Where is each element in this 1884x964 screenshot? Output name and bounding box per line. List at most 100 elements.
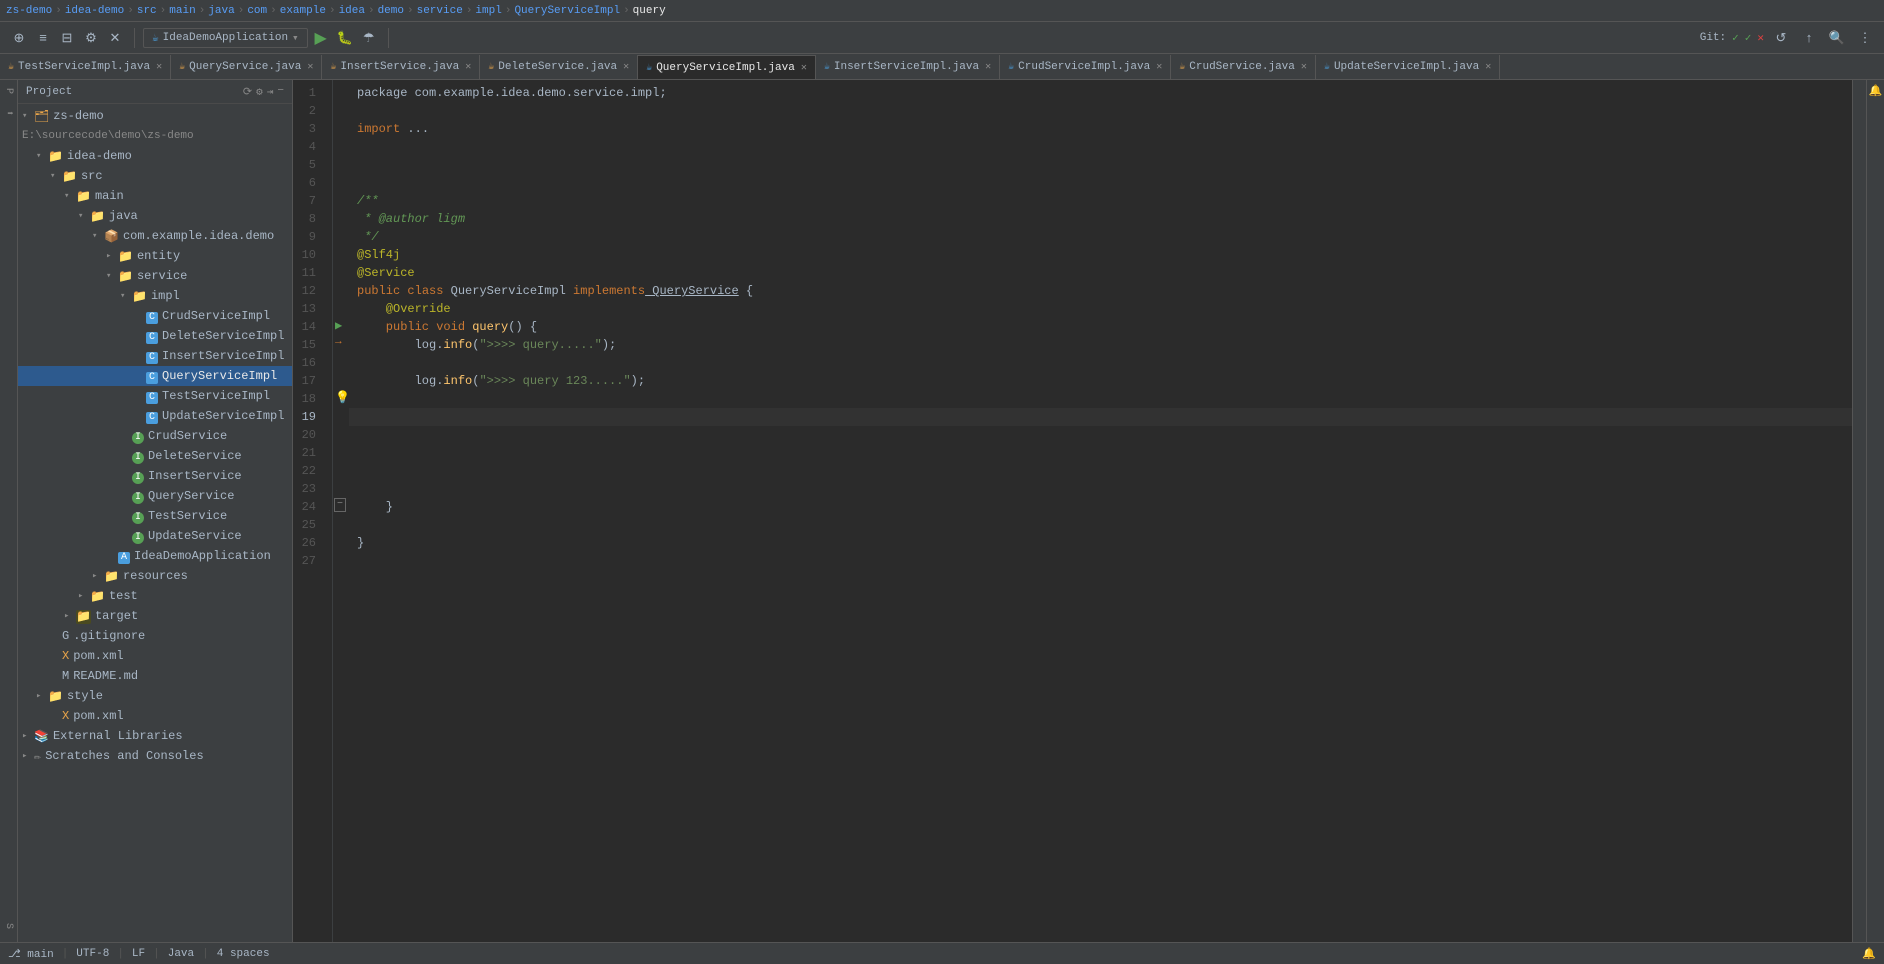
tree-item-com.example.idea.demo[interactable]: ▾📦com.example.idea.demo bbox=[18, 226, 292, 246]
code-line-25[interactable] bbox=[349, 516, 1852, 534]
breadcrumb-com[interactable]: com bbox=[247, 5, 267, 17]
expand-all-button[interactable]: ≡ bbox=[32, 27, 54, 49]
tab-InsertService[interactable]: ☕ InsertService.java ✕ bbox=[322, 55, 480, 79]
minimize-icon[interactable]: − bbox=[277, 85, 284, 99]
tree-item-main[interactable]: ▾📁main bbox=[18, 186, 292, 206]
code-line-2[interactable] bbox=[349, 102, 1852, 120]
tree-item-service[interactable]: ▾📁service bbox=[18, 266, 292, 286]
tab-InsertServiceImpl[interactable]: ☕ InsertServiceImpl.java ✕ bbox=[816, 55, 1000, 79]
event-log[interactable]: 🔔 bbox=[1862, 949, 1876, 961]
tree-item-src[interactable]: ▾📁src bbox=[18, 166, 292, 186]
tree-item-CrudService[interactable]: ICrudService bbox=[18, 426, 292, 446]
code-line-8[interactable]: * @author ligm bbox=[349, 210, 1852, 228]
git-push-button[interactable]: ↑ bbox=[1798, 27, 1820, 49]
code-line-7[interactable]: /** bbox=[349, 192, 1852, 210]
tree-item-style[interactable]: ▸📁style bbox=[18, 686, 292, 706]
tree-item-TestService[interactable]: ITestService bbox=[18, 506, 292, 526]
code-line-13[interactable]: @Override bbox=[349, 300, 1852, 318]
code-line-6[interactable] bbox=[349, 174, 1852, 192]
code-line-18[interactable] bbox=[349, 390, 1852, 408]
project-icon[interactable]: P bbox=[1, 84, 16, 98]
tree-item-java[interactable]: ▾📁java bbox=[18, 206, 292, 226]
line-ending-label[interactable]: LF bbox=[132, 948, 145, 960]
breadcrumb-main[interactable]: main bbox=[169, 5, 195, 17]
tab-close-CrudServiceImpl[interactable]: ✕ bbox=[1156, 61, 1162, 73]
tab-QueryServiceImpl[interactable]: ☕ QueryServiceImpl.java ✕ bbox=[638, 55, 816, 79]
structure-icon[interactable]: S bbox=[1, 919, 16, 933]
tree-item-DeleteServiceImpl[interactable]: CDeleteServiceImpl bbox=[18, 326, 292, 346]
gear-icon[interactable]: ⚙ bbox=[256, 85, 263, 99]
tree-item-gitignore[interactable]: G.gitignore bbox=[18, 626, 292, 646]
code-line-14[interactable]: public void query() { bbox=[349, 318, 1852, 336]
tree-item-test[interactable]: ▸📁test bbox=[18, 586, 292, 606]
close-panel-button[interactable]: ✕ bbox=[104, 27, 126, 49]
tab-TestServiceImpl[interactable]: ☕ TestServiceImpl.java ✕ bbox=[0, 55, 171, 79]
encoding-label[interactable]: UTF-8 bbox=[76, 948, 109, 960]
tree-item-external-libs[interactable]: ▸📚External Libraries bbox=[18, 726, 292, 746]
language-label[interactable]: Java bbox=[168, 948, 194, 960]
debug-button[interactable]: 🐛 bbox=[334, 27, 356, 49]
code-scroll[interactable]: package com.example.idea.demo.service.im… bbox=[349, 80, 1852, 964]
tree-item-IdeaDemoApplication[interactable]: AIdeaDemoApplication bbox=[18, 546, 292, 566]
tree-item-QueryService[interactable]: IQueryService bbox=[18, 486, 292, 506]
code-line-4[interactable] bbox=[349, 138, 1852, 156]
run-button[interactable]: ▶ bbox=[310, 27, 332, 49]
tab-DeleteService[interactable]: ☕ DeleteService.java ✕ bbox=[480, 55, 638, 79]
tree-item-UpdateService[interactable]: IUpdateService bbox=[18, 526, 292, 546]
fold-gutter-24[interactable]: − bbox=[334, 498, 346, 512]
tree-item-zs-demo[interactable]: ▾🗂zs-demo bbox=[18, 106, 292, 126]
code-line-15[interactable]: log.info(">>>> query....."); bbox=[349, 336, 1852, 354]
breadcrumb-idea[interactable]: idea bbox=[339, 5, 365, 17]
tab-close-DeleteService[interactable]: ✕ bbox=[623, 61, 629, 73]
tree-item-QueryServiceImpl[interactable]: CQueryServiceImpl bbox=[18, 366, 292, 386]
code-line-11[interactable]: @Service bbox=[349, 264, 1852, 282]
code-line-10[interactable]: @Slf4j bbox=[349, 246, 1852, 264]
tree-item-idea-demo[interactable]: ▾📁idea-demo bbox=[18, 146, 292, 166]
coverage-button[interactable]: ☂ bbox=[358, 27, 380, 49]
tab-CrudServiceImpl[interactable]: ☕ CrudServiceImpl.java ✕ bbox=[1000, 55, 1171, 79]
notifications-icon[interactable]: 🔔 bbox=[1869, 84, 1883, 98]
tree-item-CrudServiceImpl[interactable]: CCrudServiceImpl bbox=[18, 306, 292, 326]
search-button[interactable]: 🔍 bbox=[1826, 27, 1848, 49]
code-line-1[interactable]: package com.example.idea.demo.service.im… bbox=[349, 84, 1852, 102]
tab-CrudService[interactable]: ☕ CrudService.java ✕ bbox=[1171, 55, 1316, 79]
code-line-17[interactable]: log.info(">>>> query 123....."); bbox=[349, 372, 1852, 390]
code-line-21[interactable] bbox=[349, 444, 1852, 462]
tab-close-UpdateServiceImpl[interactable]: ✕ bbox=[1485, 61, 1491, 73]
tree-item-target[interactable]: ▸📁target bbox=[18, 606, 292, 626]
indent-label[interactable]: 4 spaces bbox=[217, 948, 270, 960]
tree-item-pom-idea[interactable]: Xpom.xml bbox=[18, 646, 292, 666]
right-scrollbar[interactable] bbox=[1852, 80, 1866, 964]
tab-close-QueryServiceImpl[interactable]: ✕ bbox=[801, 62, 807, 74]
code-line-9[interactable]: */ bbox=[349, 228, 1852, 246]
tab-close-QueryService[interactable]: ✕ bbox=[307, 61, 313, 73]
breadcrumb-src[interactable]: src bbox=[137, 5, 157, 17]
code-line-5[interactable] bbox=[349, 156, 1852, 174]
tree-item-TestServiceImpl[interactable]: CTestServiceImpl bbox=[18, 386, 292, 406]
code-line-22[interactable] bbox=[349, 462, 1852, 480]
run-gutter-14[interactable]: ▶ bbox=[335, 318, 347, 332]
sync-icon[interactable]: ⟳ bbox=[243, 85, 252, 99]
tree-item-scratches[interactable]: ▸✏Scratches and Consoles bbox=[18, 746, 292, 766]
breadcrumb-example[interactable]: example bbox=[280, 5, 326, 17]
tree-item-readme[interactable]: MREADME.md bbox=[18, 666, 292, 686]
commit-icon[interactable]: ⬆ bbox=[1, 106, 16, 120]
tab-QueryService[interactable]: ☕ QueryService.java ✕ bbox=[171, 55, 322, 79]
code-line-16[interactable] bbox=[349, 354, 1852, 372]
breadcrumb-demo[interactable]: demo bbox=[378, 5, 404, 17]
breadcrumb-idea-demo[interactable]: idea-demo bbox=[65, 5, 124, 17]
git-x-button[interactable]: ✕ bbox=[1757, 31, 1764, 45]
collapse-button[interactable]: ⊟ bbox=[56, 27, 78, 49]
tab-close-InsertServiceImpl[interactable]: ✕ bbox=[985, 61, 991, 73]
code-line-19[interactable] bbox=[349, 408, 1852, 426]
breadcrumb-service[interactable]: service bbox=[417, 5, 463, 17]
tree-item-DeleteService[interactable]: IDeleteService bbox=[18, 446, 292, 466]
tree-item-pom-root[interactable]: Xpom.xml bbox=[18, 706, 292, 726]
tree-item-entity[interactable]: ▸📁entity bbox=[18, 246, 292, 266]
more-button[interactable]: ⋮ bbox=[1854, 27, 1876, 49]
tree-item-InsertServiceImpl[interactable]: CInsertServiceImpl bbox=[18, 346, 292, 366]
code-line-20[interactable] bbox=[349, 426, 1852, 444]
tree-item-UpdateServiceImpl[interactable]: CUpdateServiceImpl bbox=[18, 406, 292, 426]
code-line-27[interactable] bbox=[349, 552, 1852, 570]
code-line-3[interactable]: import ... bbox=[349, 120, 1852, 138]
